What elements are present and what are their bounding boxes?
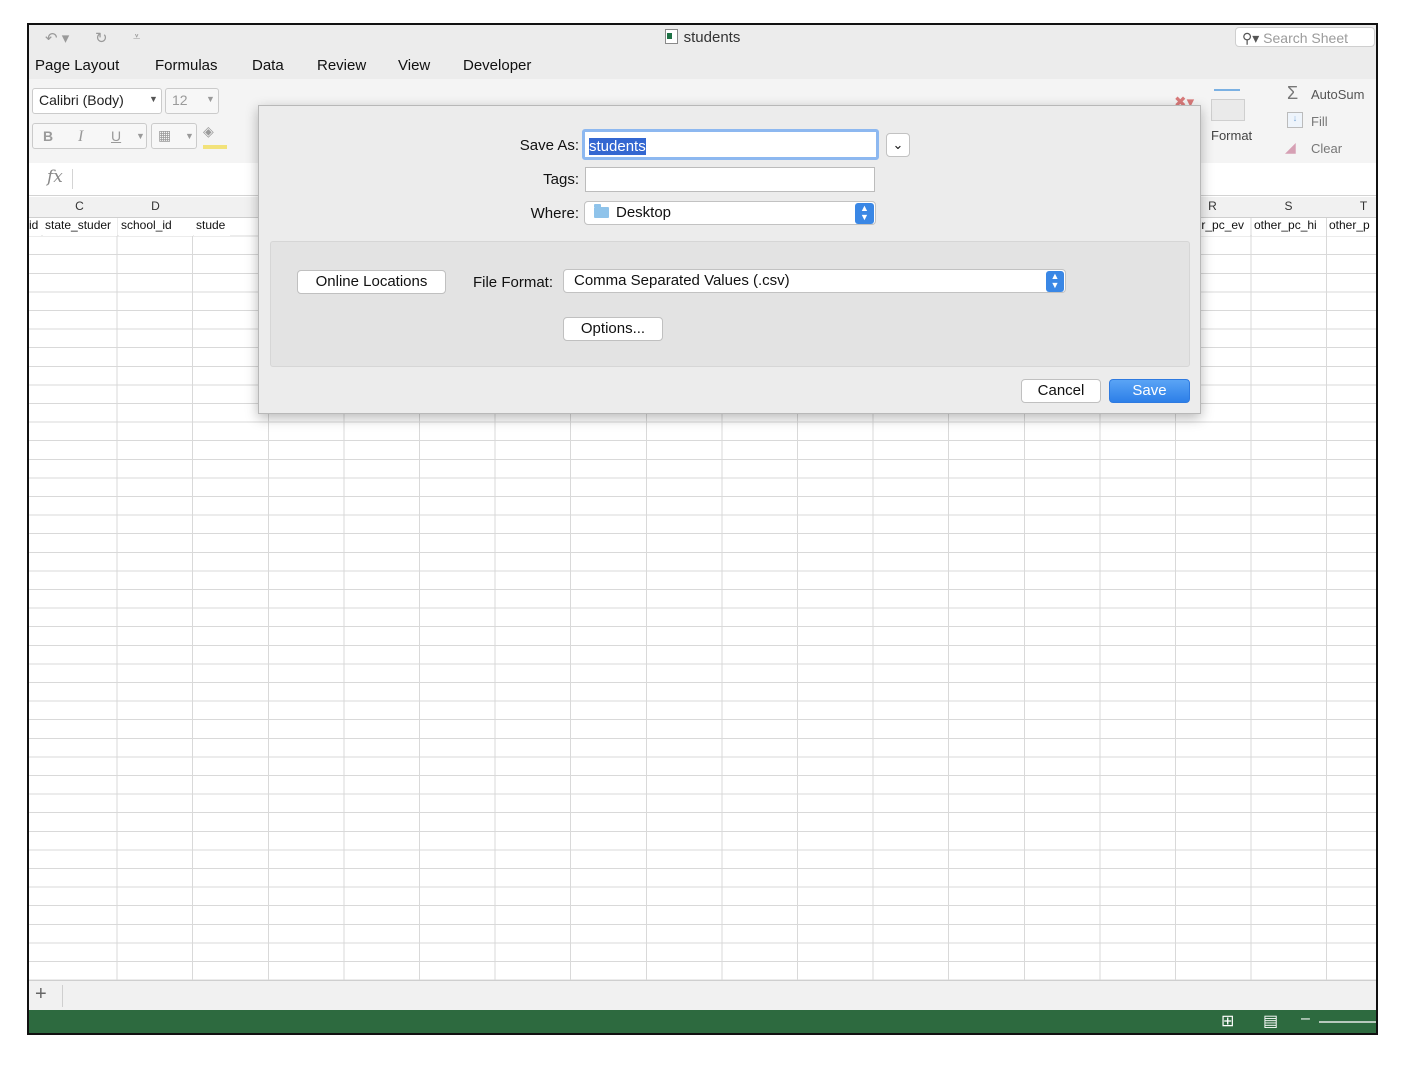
chevron-down-icon: ▼	[149, 94, 158, 104]
online-locations-button[interactable]: Online Locations	[297, 270, 446, 294]
file-format-select[interactable]: Comma Separated Values (.csv) ▲ ▼	[563, 269, 1066, 293]
tab-data[interactable]: Data	[252, 57, 284, 74]
file-format-label: File Format:	[472, 274, 553, 291]
status-bar: ⊞ ▤ –	[29, 1010, 1376, 1033]
header-cell[interactable]: school_id	[119, 218, 193, 236]
clear-label[interactable]: Clear	[1311, 141, 1342, 156]
save-as-label: Save As:	[519, 137, 579, 154]
underline-button[interactable]: U	[111, 128, 121, 144]
italic-button[interactable]: I	[78, 128, 83, 146]
normal-view-icon[interactable]: ⊞	[1221, 1011, 1234, 1031]
where-value: Desktop	[616, 204, 672, 221]
fill-label[interactable]: Fill	[1311, 114, 1328, 129]
header-cell[interactable]: state_studer	[43, 218, 117, 236]
chevron-down-icon: ▼	[206, 94, 215, 104]
tab-divider	[62, 985, 63, 1007]
where-label: Where:	[530, 205, 579, 222]
title-bar: ↶ ▾ ↻ ⩡ students ⚲▾ Search Sheet	[29, 25, 1376, 53]
ribbon-tabs: Page Layout Formulas Data Review View De…	[29, 53, 1376, 79]
header-cell[interactable]: stude	[194, 218, 230, 236]
cancel-button[interactable]: Cancel	[1021, 379, 1101, 403]
borders-button[interactable]: ▦ ▼	[151, 123, 197, 149]
add-sheet-button[interactable]: +	[35, 983, 47, 1006]
formula-divider	[72, 169, 73, 189]
window-title: students	[29, 29, 1376, 46]
save-dialog: Save As: ⌄ Tags: Where: Desktop ▲▼ Onlin…	[258, 105, 1201, 414]
function-icon[interactable]: fx	[47, 167, 63, 187]
tags-input[interactable]	[585, 167, 875, 192]
autosum-icon[interactable]: Σ	[1287, 83, 1298, 104]
workbook-icon	[664, 29, 678, 44]
select-stepper-icon: ▲ ▼	[1046, 271, 1064, 292]
search-sheet-field[interactable]: ⚲▾ Search Sheet	[1235, 27, 1375, 47]
tags-label: Tags:	[543, 171, 579, 188]
page-layout-view-icon[interactable]: ▤	[1263, 1011, 1278, 1031]
autosum-label[interactable]: AutoSum	[1311, 87, 1364, 102]
excel-window: ↶ ▾ ↻ ⩡ students ⚲▾ Search Sheet Page La…	[27, 23, 1378, 1035]
chevron-down-icon[interactable]: ▼	[136, 131, 145, 141]
save-as-input[interactable]	[582, 129, 879, 160]
tab-page-layout[interactable]: Page Layout	[35, 57, 119, 74]
fill-down-icon[interactable]: ↓	[1287, 112, 1303, 128]
window-title-text: students	[683, 29, 741, 46]
font-size-value: 12	[172, 92, 188, 108]
chevron-down-icon: ▼	[185, 131, 194, 141]
search-placeholder: Search Sheet	[1263, 30, 1349, 46]
folder-icon	[594, 204, 609, 218]
bold-button[interactable]: B	[43, 128, 53, 144]
column-header-s[interactable]: S	[1251, 199, 1326, 213]
font-name-select[interactable]: Calibri (Body) ▼	[32, 88, 162, 114]
text-style-group: B I U ▼	[32, 123, 147, 149]
format-panel: Online Locations File Format: Comma Sepa…	[270, 241, 1190, 367]
header-cell[interactable]: other_pc_hi	[1252, 218, 1326, 236]
font-name-value: Calibri (Body)	[39, 92, 124, 108]
fill-color-icon[interactable]: ◈	[203, 123, 227, 149]
tab-developer[interactable]: Developer	[463, 57, 531, 74]
chevron-down-icon: ⌄	[892, 137, 904, 152]
eraser-icon[interactable]: ◢	[1285, 139, 1296, 156]
column-header-c[interactable]: C	[42, 199, 117, 213]
file-format-value: Comma Separated Values (.csv)	[574, 272, 790, 289]
options-button[interactable]: Options...	[563, 317, 663, 341]
select-stepper-icon: ▲ ▼	[855, 203, 874, 224]
tab-review[interactable]: Review	[317, 57, 366, 74]
expand-dialog-button[interactable]: ⌄	[886, 133, 910, 157]
search-icon: ⚲▾	[1242, 30, 1260, 46]
save-button[interactable]: Save	[1109, 379, 1190, 403]
header-cell[interactable]: other_p	[1327, 218, 1376, 236]
tab-view[interactable]: View	[398, 57, 430, 74]
column-header-d[interactable]: D	[118, 199, 193, 213]
borders-icon: ▦	[158, 127, 172, 143]
header-cell[interactable]: id	[29, 218, 41, 236]
font-size-select[interactable]: 12 ▼	[165, 88, 219, 114]
format-icon[interactable]	[1211, 87, 1245, 121]
column-header-t[interactable]: T	[1326, 199, 1376, 213]
where-select[interactable]: Desktop ▲ ▼	[584, 201, 876, 225]
format-label[interactable]: Format	[1211, 128, 1252, 143]
zoom-slider[interactable]	[1319, 1021, 1376, 1023]
zoom-out-button[interactable]: –	[1301, 1010, 1310, 1028]
tab-formulas[interactable]: Formulas	[155, 57, 218, 74]
sheet-tab-bar: +	[29, 980, 1376, 1011]
